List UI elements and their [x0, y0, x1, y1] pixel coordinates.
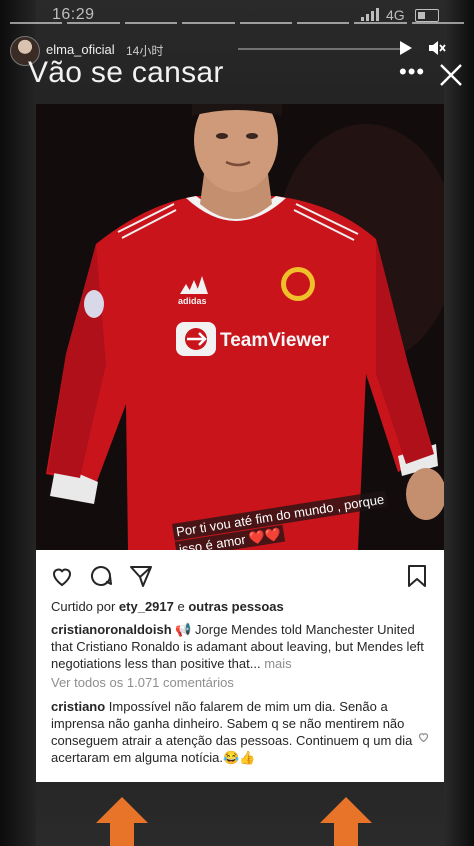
- likes-user[interactable]: ety_2917: [119, 599, 174, 614]
- signal-bars-icon: [361, 8, 379, 21]
- story-caption: Vão se cansar: [28, 56, 224, 89]
- story-progress-segment: [182, 22, 235, 24]
- story-progress-segment: [354, 22, 407, 24]
- story-progress-segment: [10, 22, 63, 24]
- post-author[interactable]: cristianoronaldoish: [51, 622, 172, 637]
- blurred-background-right: [444, 0, 474, 846]
- view-all-comments-link[interactable]: Ver todos os 1.071 comentários: [51, 675, 234, 690]
- likes-rest[interactable]: outras pessoas: [188, 599, 283, 614]
- comment-author[interactable]: cristiano: [51, 699, 105, 714]
- story-progress-bars: [10, 22, 464, 24]
- post-photo[interactable]: TeamViewer adidas Por ti vou até fim do …: [36, 104, 444, 550]
- comment-icon[interactable]: [89, 564, 113, 588]
- close-icon[interactable]: [439, 63, 463, 87]
- story-timeline-track: [238, 48, 404, 50]
- top-comment: cristiano Impossível não falarem de mim …: [51, 698, 419, 766]
- story-progress-segment: [296, 22, 350, 24]
- share-icon[interactable]: [129, 564, 153, 588]
- battery-icon: [415, 9, 439, 22]
- player-illustration: TeamViewer adidas: [36, 104, 444, 550]
- arrow-up-icon: [96, 797, 148, 846]
- status-bar: 16:29 4G: [0, 0, 474, 30]
- mute-icon[interactable]: [428, 40, 446, 56]
- comment-text: Impossível não falarem de mim um dia. Se…: [51, 699, 413, 765]
- story-username[interactable]: elma_oficial: [46, 42, 115, 57]
- story-progress-segment: [67, 22, 120, 24]
- comment-like-icon[interactable]: [417, 731, 430, 743]
- story-progress-segment: [411, 22, 464, 24]
- network-type: 4G: [386, 7, 405, 23]
- story-progress-segment: [239, 22, 292, 24]
- arrow-up-icon: [320, 797, 372, 846]
- like-icon[interactable]: [50, 564, 74, 588]
- post-caption: cristianoronaldoish 📢 Jorge Mendes told …: [51, 621, 427, 672]
- play-icon[interactable]: [400, 41, 412, 55]
- blurred-background-left: [0, 0, 36, 846]
- likes-prefix: Curtido por: [51, 599, 119, 614]
- story-view: 16:29 4G elma_oficial 14小时 Vão se cansar…: [0, 0, 474, 846]
- svg-text:adidas: adidas: [178, 296, 207, 306]
- save-icon[interactable]: [405, 564, 429, 588]
- more-link[interactable]: mais: [261, 656, 291, 671]
- more-icon[interactable]: •••: [399, 61, 425, 83]
- svg-text:TeamViewer: TeamViewer: [220, 330, 330, 351]
- likes-connector: e: [173, 599, 189, 614]
- post-card: Curtido por ety_2917 e outras pessoas cr…: [36, 550, 444, 782]
- story-progress-segment: [124, 22, 178, 24]
- likes-summary[interactable]: Curtido por ety_2917 e outras pessoas: [51, 599, 284, 614]
